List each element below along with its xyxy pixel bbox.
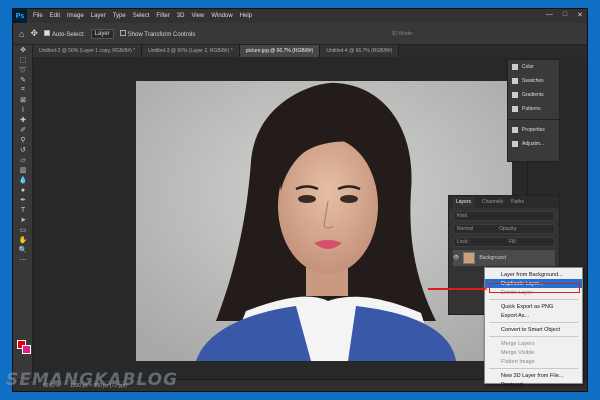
- blend-mode-row: Normal Opacity:: [453, 224, 555, 234]
- properties-panel-icon: [512, 127, 518, 133]
- options-bar: ⌂ ✥ Auto-Select: Layer Show Transform Co…: [13, 23, 587, 45]
- tools-panel: ✥ ⬚ ➰ ✎ ⌗ ⊠ ⌇ ✚ ✐ ⚲ ↺ ▱ ▥ 💧 ● ✒ T ➤ ▭ ✋ …: [13, 45, 33, 379]
- dock-adjustments[interactable]: Adjustm...: [508, 137, 559, 151]
- context-menu-item: Flatten Image: [501, 358, 535, 365]
- menu-help[interactable]: Help: [240, 13, 252, 19]
- close-button[interactable]: ✕: [577, 11, 583, 19]
- path-select-tool-icon[interactable]: ➤: [13, 215, 33, 225]
- stamp-tool-icon[interactable]: ⚲: [13, 135, 33, 145]
- context-menu-item[interactable]: Postcard: [485, 380, 582, 389]
- context-menu-item[interactable]: Quick Export as PNG: [485, 302, 582, 311]
- swatches-panel-icon: [512, 78, 518, 84]
- zoom-tool-icon[interactable]: 🔍: [13, 245, 33, 255]
- healing-tool-icon[interactable]: ✚: [13, 115, 33, 125]
- layer-name: Background: [479, 255, 507, 261]
- menu-image[interactable]: Image: [67, 13, 84, 19]
- context-menu-item[interactable]: New 3D Layer from File...: [485, 371, 582, 380]
- auto-select-checkbox[interactable]: Auto-Select:: [43, 29, 85, 38]
- tab-channels[interactable]: Channels: [482, 199, 503, 205]
- dodge-tool-icon[interactable]: ●: [13, 185, 33, 195]
- document-tab[interactable]: picture.jpg @ 66.7% (RGB/8#): [239, 45, 321, 57]
- menu-select[interactable]: Select: [133, 13, 150, 19]
- ps-logo: Ps: [13, 9, 27, 23]
- context-menu-item[interactable]: Convert to Smart Object: [485, 325, 582, 334]
- color-panel-icon: [512, 64, 518, 70]
- transform-controls-checkbox[interactable]: Show Transform Controls: [119, 29, 195, 38]
- background-color-swatch[interactable]: [22, 345, 31, 354]
- layer-filter-kind[interactable]: Kind: [453, 211, 555, 221]
- adjustments-panel-icon: [512, 141, 518, 147]
- document-tab[interactable]: Untitled-4 @ 66.7% (RGB/8#): [320, 45, 400, 57]
- lasso-tool-icon[interactable]: ➰: [13, 65, 33, 75]
- menu-bar: Ps File Edit Image Layer Type Select Filter 3D V…: [13, 9, 587, 23]
- context-menu-item[interactable]: Layer from Background...: [485, 270, 582, 279]
- menu-separator: [489, 368, 578, 369]
- collapsed-panel-dock: Color Swatches Gradients Patterns Proper…: [507, 59, 560, 162]
- brush-tool-icon[interactable]: ✐: [13, 125, 33, 135]
- history-brush-tool-icon[interactable]: ↺: [13, 145, 33, 155]
- layer-thumbnail: [463, 252, 476, 264]
- eraser-tool-icon[interactable]: ▱: [13, 155, 33, 165]
- auto-select-dropdown[interactable]: Layer: [90, 28, 114, 39]
- dock-swatches[interactable]: Swatches: [508, 74, 559, 88]
- pen-tool-icon[interactable]: ✒: [13, 195, 33, 205]
- context-menu-item: Merge Layers: [501, 340, 535, 347]
- menu-separator: [489, 336, 578, 337]
- dock-properties[interactable]: Properties: [508, 123, 559, 137]
- more-tools-icon[interactable]: ⋯: [13, 255, 33, 265]
- opacity-label: Opacity:: [499, 226, 518, 232]
- visibility-eye-icon[interactable]: 👁: [453, 255, 459, 261]
- fill-label: Fill:: [508, 239, 517, 245]
- crop-tool-icon[interactable]: ⌗: [13, 85, 33, 95]
- dock-divider: [508, 119, 559, 120]
- tab-paths[interactable]: Paths: [511, 199, 524, 205]
- move-tool-icon[interactable]: ✥: [13, 45, 33, 55]
- patterns-panel-icon: [512, 106, 518, 112]
- marquee-tool-icon[interactable]: ⬚: [13, 55, 33, 65]
- quick-select-tool-icon[interactable]: ✎: [13, 75, 33, 85]
- lock-row: Lock: Fill:: [453, 237, 555, 247]
- context-menu-item[interactable]: Export As...: [485, 311, 582, 320]
- layer-row-background[interactable]: 👁 Background: [453, 250, 555, 266]
- shape-tool-icon[interactable]: ▭: [13, 225, 33, 235]
- watermark: SEMANGKABLOG: [6, 370, 179, 390]
- menu-filter[interactable]: Filter: [156, 13, 169, 19]
- blend-mode-dropdown[interactable]: Normal: [457, 226, 473, 232]
- lock-label: Lock:: [457, 239, 469, 245]
- menu-separator: [489, 322, 578, 323]
- move-tool-icon[interactable]: ✥: [30, 28, 38, 39]
- menu-type[interactable]: Type: [113, 13, 126, 19]
- window-controls: — □ ✕: [546, 11, 583, 19]
- hand-tool-icon[interactable]: ✋: [13, 235, 33, 245]
- tab-layers[interactable]: Layers: [453, 197, 475, 207]
- menu-view[interactable]: View: [191, 13, 204, 19]
- menu-separator: [489, 299, 578, 300]
- menu-edit[interactable]: Edit: [50, 13, 60, 19]
- context-menu-item: Merge Visible: [501, 349, 535, 356]
- document-tab[interactable]: Untitled-2 @ 50% (Layer 1 copy, RGB/8#) …: [33, 45, 143, 57]
- annotation-arrow-icon: [428, 287, 488, 291]
- maximize-button[interactable]: □: [563, 11, 567, 19]
- main-menu: File Edit Image Layer Type Select Filter 3D View…: [33, 13, 252, 19]
- type-tool-icon[interactable]: T: [13, 205, 33, 215]
- dock-patterns[interactable]: Patterns: [508, 102, 559, 116]
- frame-tool-icon[interactable]: ⊠: [13, 95, 33, 105]
- gradients-panel-icon: [512, 92, 518, 98]
- minimize-button[interactable]: —: [546, 11, 553, 19]
- menu-layer[interactable]: Layer: [91, 13, 106, 19]
- document-tabs: Untitled-2 @ 50% (Layer 1 copy, RGB/8#) …: [33, 45, 587, 57]
- duplicate-layer-highlight-box: [489, 283, 580, 293]
- document-tab[interactable]: Untitled-3 @ 50% (Layer 2, RGB/8#) *: [142, 45, 240, 57]
- dock-color[interactable]: Color: [508, 60, 559, 74]
- gradient-tool-icon[interactable]: ▥: [13, 165, 33, 175]
- dock-gradients[interactable]: Gradients: [508, 88, 559, 102]
- menu-3d[interactable]: 3D: [177, 13, 185, 19]
- menu-window[interactable]: Window: [211, 13, 232, 19]
- menu-file[interactable]: File: [33, 13, 43, 19]
- mode-3d-label: 3D Mode:: [391, 30, 414, 37]
- eyedropper-tool-icon[interactable]: ⌇: [13, 105, 33, 115]
- home-icon[interactable]: ⌂: [19, 29, 24, 39]
- blur-tool-icon[interactable]: 💧: [13, 175, 33, 185]
- layers-panel-tabs: Layers Channels Paths: [449, 196, 559, 208]
